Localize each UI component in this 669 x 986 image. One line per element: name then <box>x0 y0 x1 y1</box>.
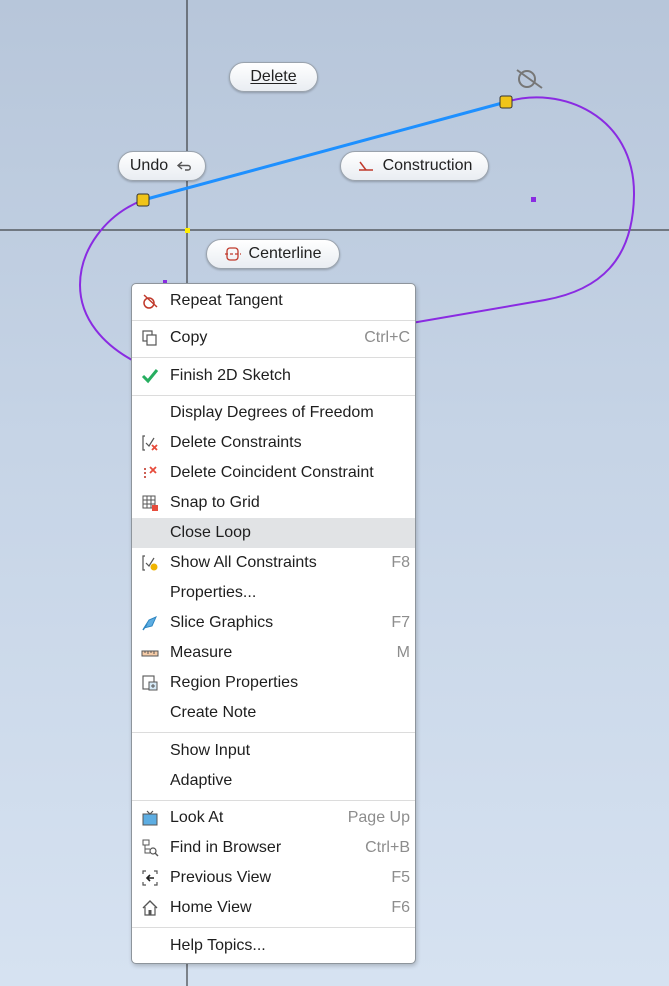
menu-item-shortcut: M <box>396 644 410 661</box>
menu-item-label: Home View <box>170 899 252 916</box>
menu-separator <box>132 357 415 358</box>
sketch-endpoint-icon[interactable] <box>499 95 513 109</box>
menu-item-find-in-browser[interactable]: Find in Browser Ctrl+B <box>132 833 415 863</box>
menu-item-label: Properties... <box>170 584 257 601</box>
construction-line-icon <box>357 160 375 172</box>
menu-item-label: Delete Constraints <box>170 434 302 451</box>
find-in-browser-icon <box>141 839 159 857</box>
menu-item-label: Look At <box>170 809 224 826</box>
menu-item-show-input[interactable]: Show Input <box>132 736 415 766</box>
delete-coincident-icon <box>141 464 159 482</box>
undo-arrow-icon <box>176 160 194 172</box>
menu-item-properties[interactable]: Properties... <box>132 578 415 608</box>
menu-item-label: Display Degrees of Freedom <box>170 404 374 421</box>
menu-item-label: Measure <box>170 644 233 661</box>
menu-item-delete-constraints[interactable]: Delete Constraints <box>132 428 415 458</box>
menu-item-label: Copy <box>170 329 208 346</box>
copy-icon <box>141 329 159 347</box>
menu-item-measure[interactable]: Measure M <box>132 638 415 668</box>
checkmark-icon <box>141 367 159 385</box>
construction-label: Construction <box>382 157 473 174</box>
grid-icon <box>141 494 159 512</box>
ruler-icon <box>141 644 159 662</box>
menu-item-label: Region Properties <box>170 674 299 691</box>
menu-item-finish-2d-sketch[interactable]: Finish 2D Sketch <box>132 361 415 391</box>
menu-item-shortcut: Page Up <box>347 809 410 826</box>
menu-item-look-at[interactable]: Look At Page Up <box>132 803 415 833</box>
tangent-constraint-icon[interactable] <box>516 69 543 89</box>
show-constraints-icon <box>141 554 159 572</box>
undo-label: Undo <box>129 157 169 174</box>
menu-item-region-properties[interactable]: Region Properties <box>132 668 415 698</box>
delete-constraints-icon <box>141 434 159 452</box>
menu-item-close-loop[interactable]: Close Loop <box>132 518 415 548</box>
menu-item-shortcut: Ctrl+C <box>364 329 410 346</box>
menu-item-label: Adaptive <box>170 772 233 789</box>
menu-item-label: Help Topics... <box>170 937 266 954</box>
menu-item-repeat-tangent[interactable]: Repeat Tangent <box>132 286 415 316</box>
centerline-label: Centerline <box>248 245 322 262</box>
tangent-icon <box>141 292 159 310</box>
centerline-button[interactable]: Centerline <box>206 239 340 269</box>
menu-separator <box>132 732 415 733</box>
menu-item-slice-graphics[interactable]: Slice Graphics F7 <box>132 608 415 638</box>
menu-item-shortcut: F5 <box>391 869 410 886</box>
menu-item-create-note[interactable]: Create Note <box>132 698 415 728</box>
menu-item-label: Finish 2D Sketch <box>170 367 291 384</box>
construction-button[interactable]: Construction <box>340 151 489 181</box>
menu-item-delete-coincident-constraint[interactable]: Delete Coincident Constraint <box>132 458 415 488</box>
menu-item-shortcut: Ctrl+B <box>365 839 410 856</box>
menu-item-copy[interactable]: Copy Ctrl+C <box>132 323 415 353</box>
menu-item-shortcut: F7 <box>391 614 410 631</box>
context-menu: Repeat Tangent Copy Ctrl+C Finish 2D Ske… <box>131 283 416 964</box>
look-at-icon <box>141 809 159 827</box>
menu-item-label: Close Loop <box>170 524 251 541</box>
menu-item-label: Slice Graphics <box>170 614 274 631</box>
menu-item-home-view[interactable]: Home View F6 <box>132 893 415 923</box>
menu-separator <box>132 395 415 396</box>
sketch-arc[interactable] <box>399 96 636 326</box>
delete-button[interactable]: Delete <box>229 62 318 92</box>
menu-item-label: Repeat Tangent <box>170 292 283 309</box>
slice-graphics-icon <box>141 614 159 632</box>
origin-point[interactable] <box>185 228 190 233</box>
menu-separator <box>132 927 415 928</box>
menu-item-shortcut: F8 <box>391 554 410 571</box>
menu-separator <box>132 320 415 321</box>
region-properties-icon <box>141 674 159 692</box>
menu-item-help-topics[interactable]: Help Topics... <box>132 931 415 961</box>
menu-item-label: Find in Browser <box>170 839 282 856</box>
centerline-icon <box>224 247 241 261</box>
menu-item-label: Show Input <box>170 742 251 759</box>
home-icon <box>141 899 159 917</box>
sketch-endpoint-icon[interactable] <box>136 193 150 207</box>
arc-center-point[interactable] <box>531 197 536 202</box>
undo-button[interactable]: Undo <box>118 151 206 181</box>
menu-item-label: Previous View <box>170 869 272 886</box>
menu-item-label: Show All Constraints <box>170 554 317 571</box>
menu-item-label: Snap to Grid <box>170 494 260 511</box>
menu-item-previous-view[interactable]: Previous View F5 <box>132 863 415 893</box>
menu-item-display-dof[interactable]: Display Degrees of Freedom <box>132 398 415 428</box>
menu-item-show-all-constraints[interactable]: Show All Constraints F8 <box>132 548 415 578</box>
menu-separator <box>132 800 415 801</box>
menu-item-label: Create Note <box>170 704 257 721</box>
menu-item-label: Delete Coincident Constraint <box>170 464 374 481</box>
menu-item-adaptive[interactable]: Adaptive <box>132 766 415 796</box>
previous-view-icon <box>141 869 159 887</box>
delete-label: Delete <box>250 68 297 85</box>
menu-item-shortcut: F6 <box>391 899 410 916</box>
menu-item-snap-to-grid[interactable]: Snap to Grid <box>132 488 415 518</box>
